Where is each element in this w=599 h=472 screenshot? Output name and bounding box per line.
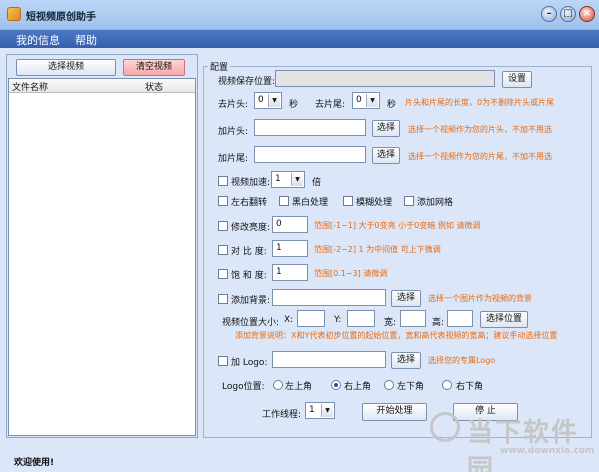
background-label: 添加背景: — [231, 296, 271, 306]
y-label: Y: — [334, 315, 342, 325]
y-input[interactable] — [347, 310, 375, 327]
position-size-label: 视频位置大小: — [222, 318, 280, 328]
height-label: 高: — [432, 318, 445, 328]
contrast-hint: 范围[-2~2] 1 为中间值 可上下微调 — [314, 245, 441, 254]
add-head-hint: 选择一个视频作为您的片头，不加不用选 — [408, 125, 552, 134]
width-input[interactable] — [400, 310, 426, 327]
width-label: 宽: — [384, 318, 397, 328]
chevron-down-icon: ▼ — [321, 404, 333, 417]
trim-tail-select[interactable]: 0 ▼ — [352, 92, 380, 109]
column-status[interactable]: 状态 — [145, 80, 163, 93]
bw-checkbox[interactable] — [279, 196, 289, 206]
contrast-label: 对 比 度: — [231, 247, 267, 257]
bw-label: 黑白处理 — [292, 198, 329, 208]
settings-button[interactable]: 设置 — [502, 71, 532, 88]
chevron-down-icon: ▼ — [268, 94, 280, 107]
logo-pos-bottom-left-label: 左下角 — [397, 382, 425, 392]
column-filename[interactable]: 文件名称 — [12, 80, 48, 93]
grid-checkbox[interactable] — [404, 196, 414, 206]
add-tail-hint: 选择一个视频作为您的片尾，不加不用选 — [408, 152, 552, 161]
trim-tail-label: 去片尾: — [315, 100, 346, 110]
logo-pos-bottom-left-radio[interactable] — [384, 380, 394, 390]
add-tail-field[interactable] — [254, 146, 366, 163]
config-group-title: 配置 — [208, 60, 231, 73]
add-head-choose-button[interactable]: 选择 — [372, 120, 400, 137]
clear-videos-button[interactable]: 清空视频 — [123, 59, 185, 76]
add-head-field[interactable] — [254, 119, 366, 136]
logo-position-label: Logo位置: — [222, 382, 265, 392]
close-button[interactable]: × — [579, 6, 595, 22]
grid-label: 添加网格 — [417, 198, 454, 208]
save-location-label: 视频保存位置: — [218, 77, 276, 87]
minimize-button[interactable]: – — [541, 6, 557, 22]
contrast-input[interactable]: 1 — [272, 240, 308, 257]
trim-head-select[interactable]: 0 ▼ — [254, 92, 282, 109]
chevron-down-icon: ▼ — [366, 94, 378, 107]
trim-head-unit: 秒 — [289, 100, 299, 110]
height-input[interactable] — [447, 310, 473, 327]
saturation-input[interactable]: 1 — [272, 264, 308, 281]
add-tail-label: 加片尾: — [218, 154, 249, 164]
menu-my-info[interactable]: 我的信息 — [16, 32, 60, 48]
trim-head-label: 去片头: — [218, 100, 249, 110]
choose-position-button[interactable]: 选择位置 — [480, 311, 528, 328]
add-head-label: 加片头: — [218, 127, 249, 137]
logo-pos-top-left-radio[interactable] — [273, 380, 283, 390]
video-file-list[interactable] — [8, 78, 196, 436]
saturation-checkbox[interactable] — [218, 269, 228, 279]
logo-pos-bottom-right-radio[interactable] — [442, 380, 452, 390]
maximize-button[interactable]: □ — [560, 6, 576, 22]
background-checkbox[interactable] — [218, 294, 228, 304]
speed-unit: 倍 — [312, 178, 322, 188]
title-bar: 短视频原创助手 – □ × — [0, 0, 599, 30]
logo-hint: 选择您的专属Logo — [428, 356, 496, 365]
logo-pos-bottom-right-label: 右下角 — [456, 382, 484, 392]
logo-field[interactable] — [272, 351, 386, 368]
watermark-logo — [430, 412, 460, 442]
brightness-hint: 范围[-1~1] 大于0变亮 小于0变暗 例如 请微调 — [314, 221, 481, 230]
blur-checkbox[interactable] — [343, 196, 353, 206]
threads-label: 工作线程: — [262, 410, 302, 420]
background-choose-button[interactable]: 选择 — [391, 290, 421, 307]
brightness-checkbox[interactable] — [218, 221, 228, 231]
trim-hint: 片头和片尾的长度，0为不删除片头或片尾 — [405, 98, 555, 107]
flip-label: 左右翻转 — [231, 198, 268, 208]
select-video-button[interactable]: 选择视频 — [16, 59, 116, 76]
logo-pos-top-left-label: 左上角 — [285, 382, 313, 392]
logo-pos-top-right-label: 右上角 — [344, 382, 372, 392]
x-input[interactable] — [297, 310, 325, 327]
threads-select[interactable]: 1 ▼ — [305, 402, 335, 419]
background-field[interactable] — [272, 289, 386, 306]
x-label: X: — [284, 315, 294, 325]
blur-label: 模糊处理 — [356, 198, 393, 208]
start-button[interactable]: 开始处理 — [362, 403, 427, 421]
background-hint: 选择一个图片作为视频的背景 — [428, 294, 532, 303]
flip-checkbox[interactable] — [218, 196, 228, 206]
logo-label: 加 Logo: — [231, 358, 268, 368]
logo-choose-button[interactable]: 选择 — [391, 352, 421, 369]
speed-select[interactable]: 1 ▼ — [271, 171, 305, 188]
window-title: 短视频原创助手 — [26, 12, 96, 23]
speed-label: 视频加速: — [231, 178, 271, 188]
brightness-input[interactable]: 0 — [272, 216, 308, 233]
menu-bar: 我的信息 帮助 — [0, 30, 599, 48]
app-icon — [7, 7, 21, 21]
background-note: 添加背景说明：X和Y代表初步位置的起始位置，宽和高代表视频的宽高；建议手动选择位… — [235, 331, 558, 340]
menu-help[interactable]: 帮助 — [75, 32, 97, 48]
saturation-label: 饱 和 度: — [231, 271, 267, 281]
logo-checkbox[interactable] — [218, 356, 228, 366]
add-tail-choose-button[interactable]: 选择 — [372, 147, 400, 164]
trim-tail-unit: 秒 — [387, 100, 397, 110]
speed-checkbox[interactable] — [218, 176, 228, 186]
watermark-brand: 当下软件园 — [467, 418, 580, 472]
logo-pos-top-right-radio[interactable] — [331, 380, 341, 390]
save-location-field[interactable] — [275, 70, 495, 87]
contrast-checkbox[interactable] — [218, 245, 228, 255]
status-text: 欢迎使用! — [14, 458, 55, 468]
chevron-down-icon: ▼ — [291, 173, 303, 186]
brightness-label: 修改亮度: — [231, 223, 271, 233]
saturation-hint: 范围[0.1~3] 请微调 — [314, 269, 388, 278]
watermark-url: www.downxia.com — [500, 446, 595, 456]
